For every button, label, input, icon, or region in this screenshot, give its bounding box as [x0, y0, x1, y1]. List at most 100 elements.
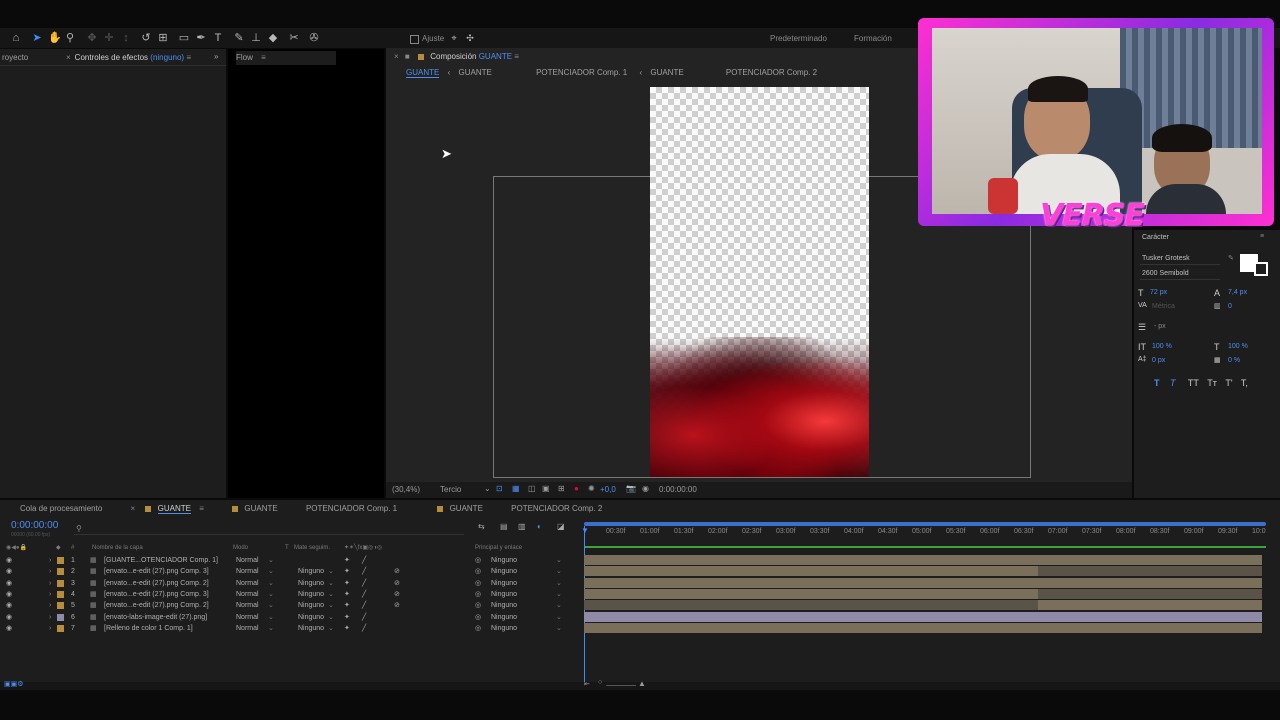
layer-name[interactable]: [envato...e-edit (27).png Comp. 2]: [104, 578, 209, 589]
layer-color-label[interactable]: [57, 624, 64, 632]
layer-color-label[interactable]: [57, 557, 64, 564]
layer-color-label[interactable]: [57, 602, 64, 610]
resolution-select[interactable]: Tercio: [440, 485, 461, 494]
pan-tool-icon[interactable]: ✛: [103, 32, 115, 44]
layer-row[interactable]: ◉ › 2 ▦ [envato...e-edit (27).png Comp. 3] No…: [0, 566, 580, 577]
parent-pickwhip-icon[interactable]: ◎: [475, 578, 481, 589]
blend-mode-select[interactable]: Normal: [236, 623, 259, 634]
faux-bold-button[interactable]: T: [1154, 378, 1160, 388]
font-family-select[interactable]: Tusker Grotesk: [1140, 254, 1220, 265]
toggle-panes-icon[interactable]: ▣▣⚙: [4, 680, 24, 688]
parent-select[interactable]: Ninguno: [491, 578, 517, 589]
layer-row[interactable]: ◉ › 5 ▦ [envato...e-edit (27).png Comp. 2] No…: [0, 600, 580, 611]
blend-mode-select[interactable]: Normal: [236, 589, 259, 600]
breadcrumb-guante-1[interactable]: GUANTE: [406, 68, 440, 78]
layer-name[interactable]: [GUANTE...OTENCIADOR Comp. 1]: [104, 555, 218, 566]
tsume-value[interactable]: 0 %: [1228, 357, 1240, 364]
home-icon[interactable]: ⌂: [10, 32, 22, 44]
region-of-interest-icon[interactable]: ▣: [542, 484, 550, 493]
blend-mode-select[interactable]: Normal: [236, 612, 259, 623]
vertical-scale-value[interactable]: 100 %: [1152, 343, 1172, 350]
motion-blur-icon[interactable]: ◐: [537, 522, 542, 531]
expand-arrow-icon[interactable]: ›: [49, 578, 51, 589]
exposure-reset-icon[interactable]: ✺: [588, 484, 595, 493]
tab-project[interactable]: royecto: [2, 51, 28, 65]
expand-arrow-icon[interactable]: ›: [49, 589, 51, 600]
stroke-color-swatch[interactable]: [1254, 262, 1268, 276]
composition-canvas[interactable]: [650, 87, 869, 477]
stroke-width-value[interactable]: - px: [1154, 323, 1166, 330]
work-area-bar[interactable]: [584, 522, 1266, 526]
tab-guante-2[interactable]: GUANTE: [244, 504, 277, 513]
motion-blur-switch-icon[interactable]: ⊘: [394, 589, 400, 600]
tab-effect-controls[interactable]: × Controles de efectos (ninguno) ≡: [66, 51, 191, 65]
collapse-switch-icon[interactable]: ✦: [344, 623, 350, 634]
shy-layers-icon[interactable]: ▥: [518, 522, 526, 531]
brush-tool-icon[interactable]: ✎: [233, 32, 245, 44]
collapse-switch-icon[interactable]: ✦: [344, 589, 350, 600]
roto-brush-tool-icon[interactable]: ✂: [288, 32, 300, 44]
layer-name[interactable]: [envato...e-edit (27).png Comp. 3]: [104, 589, 209, 600]
clone-stamp-tool-icon[interactable]: ⊥: [250, 32, 262, 44]
visibility-eye-icon[interactable]: ◉: [6, 589, 12, 600]
breadcrumb-guante-2[interactable]: GUANTE: [458, 68, 491, 77]
visibility-eye-icon[interactable]: ◉: [6, 600, 12, 611]
superscript-button[interactable]: T': [1225, 378, 1232, 388]
small-caps-button[interactable]: Tт: [1207, 378, 1217, 388]
hand-tool-icon[interactable]: ✋: [48, 32, 62, 44]
layer-color-label[interactable]: [57, 590, 64, 598]
expand-arrow-icon[interactable]: ›: [49, 612, 51, 623]
fast-previews-icon[interactable]: ⊡: [496, 484, 503, 493]
quality-switch-icon[interactable]: ╱: [362, 612, 366, 623]
expand-arrow-icon[interactable]: ›: [49, 566, 51, 577]
parent-select[interactable]: Ninguno: [491, 600, 517, 611]
layer-duration-bar[interactable]: [584, 566, 1039, 577]
rectangle-tool-icon[interactable]: ▭: [178, 32, 190, 44]
parent-pickwhip-icon[interactable]: ◎: [475, 566, 481, 577]
quality-switch-icon[interactable]: ╱: [362, 555, 366, 566]
parent-select[interactable]: Ninguno: [491, 566, 517, 577]
tab-flow[interactable]: Flow ≡: [236, 51, 336, 65]
close-icon[interactable]: ×: [394, 52, 399, 61]
track-matte-select[interactable]: Ninguno: [298, 600, 324, 611]
workspace-learning[interactable]: Formación: [854, 34, 892, 43]
zoom-slider[interactable]: [606, 685, 636, 686]
expand-panels-icon[interactable]: »: [214, 50, 218, 64]
visibility-eye-icon[interactable]: ◉: [6, 555, 12, 566]
current-timecode[interactable]: 0:00:00:00: [11, 520, 58, 531]
parent-pickwhip-icon[interactable]: ◎: [475, 612, 481, 623]
zoom-slider-icon[interactable]: ○: [598, 679, 602, 686]
parent-select[interactable]: Ninguno: [491, 612, 517, 623]
layer-search-input[interactable]: [74, 524, 464, 535]
text-tool-icon[interactable]: T: [212, 32, 224, 44]
exposure-value[interactable]: +0,0: [600, 485, 616, 494]
zoom-in-icon[interactable]: ▲: [638, 679, 646, 688]
layer-name[interactable]: [Relleno de color 1 Comp. 1]: [104, 623, 193, 634]
snap-options-icon[interactable]: ✣: [464, 32, 476, 44]
track-matte-select[interactable]: Ninguno: [298, 589, 324, 600]
motion-blur-switch-icon[interactable]: ⊘: [394, 566, 400, 577]
anchor-tool-icon[interactable]: ⊞: [157, 32, 169, 44]
layer-duration-bar[interactable]: [584, 611, 1262, 622]
parent-pickwhip-icon[interactable]: ◎: [475, 555, 481, 566]
transparency-grid-icon[interactable]: ▦: [512, 484, 520, 493]
tab-guante-active[interactable]: GUANTE: [157, 504, 191, 514]
graph-editor-icon[interactable]: ◪: [557, 522, 565, 531]
layer-color-label[interactable]: [57, 568, 64, 576]
breadcrumb-potenciador-1[interactable]: POTENCIADOR Comp. 1: [536, 68, 627, 77]
parent-select[interactable]: Ninguno: [491, 555, 517, 566]
zoom-out-icon[interactable]: ⇤: [584, 680, 590, 688]
font-style-select[interactable]: 2600 Semibold: [1140, 269, 1220, 280]
breadcrumb-guante-3[interactable]: GUANTE: [650, 68, 683, 77]
quality-switch-icon[interactable]: ╱: [362, 600, 366, 611]
close-icon[interactable]: ×: [131, 504, 136, 513]
adjust-checkbox[interactable]: [410, 35, 419, 44]
collapse-switch-icon[interactable]: ✦: [344, 612, 350, 623]
mask-visibility-icon[interactable]: ◫: [528, 484, 536, 493]
tab-potenciador-1[interactable]: POTENCIADOR Comp. 1: [306, 504, 397, 513]
layer-duration-bar[interactable]: [1038, 566, 1262, 577]
workspace-default[interactable]: Predeterminado: [770, 34, 827, 43]
visibility-eye-icon[interactable]: ◉: [6, 623, 12, 634]
color-channels-icon[interactable]: ●: [574, 484, 579, 493]
motion-blur-switch-icon[interactable]: ⊘: [394, 578, 400, 589]
